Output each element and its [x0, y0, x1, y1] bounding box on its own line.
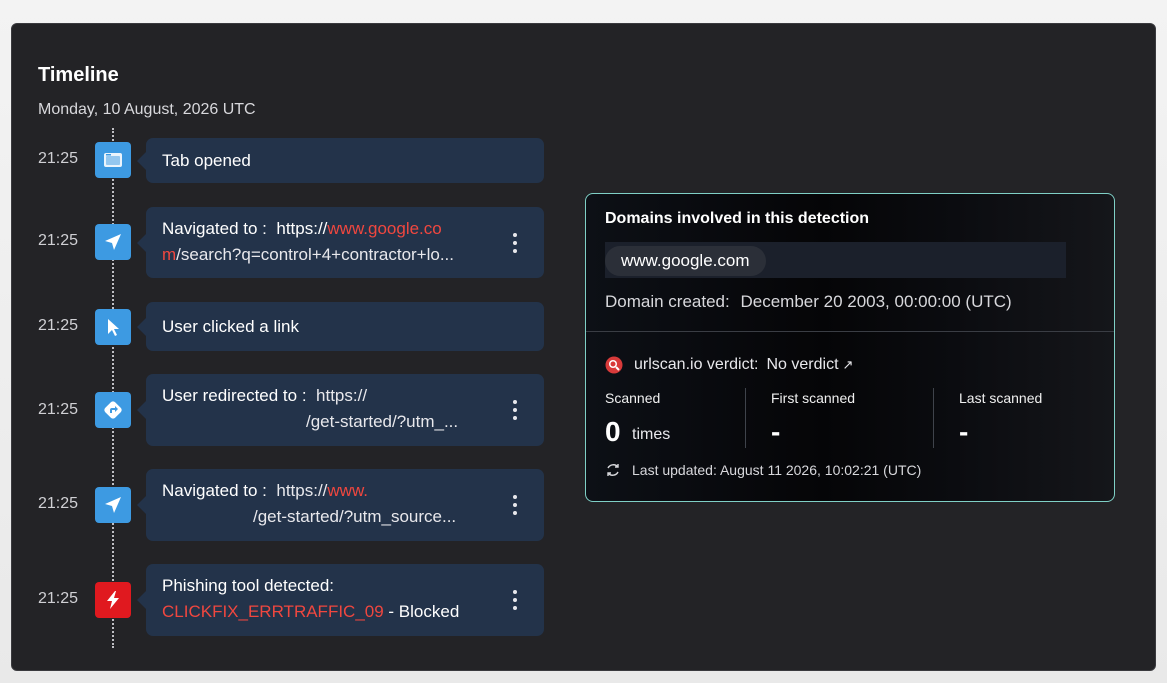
event-url-path: /get-started/?utm_... [306, 412, 459, 431]
event-prefix: Navigated to : [162, 481, 267, 500]
event-url-path: /get-started/?utm_source... [253, 507, 457, 526]
event-card: User clicked a link [137, 302, 544, 351]
event-url-domain-cont[interactable]: m [162, 245, 176, 264]
event-text: Tab opened [162, 151, 251, 170]
event-url-start: https:// [276, 219, 328, 238]
urlscan-logo-icon [605, 356, 623, 374]
event-url-start: https:// [276, 481, 328, 500]
last-scanned-label: Last scanned [959, 390, 1043, 406]
timeline-title: Timeline [38, 64, 119, 86]
domain-created-label: Domain created: [605, 292, 730, 311]
stat-separator [933, 388, 934, 448]
refresh-icon [607, 464, 619, 476]
timeline-panel: Timeline Monday, 10 August, 2026 UTC 21:… [11, 23, 1156, 671]
more-options-icon[interactable] [512, 590, 518, 610]
first-scanned-value: - [771, 416, 781, 447]
navigate-arrow-icon [95, 224, 131, 260]
more-options-icon[interactable] [512, 495, 518, 515]
event-card: Navigated to : https://www. /get-started… [137, 469, 544, 541]
lightning-icon [95, 582, 131, 618]
verdict-value: No verdict [766, 356, 839, 373]
event-time: 21:25 [38, 232, 79, 249]
event-time: 21:25 [38, 495, 79, 512]
event-url-domain[interactable]: www.google.co [327, 219, 441, 238]
external-link-icon[interactable]: ↗ [843, 357, 854, 373]
event-time: 21:25 [38, 317, 79, 334]
domains-card: Domains involved in this detection www.g… [585, 193, 1115, 502]
more-options-icon[interactable] [512, 400, 518, 420]
event-card: Navigated to : https://www.google.co m/s… [137, 207, 544, 278]
domain-created: Domain created: December 20 2003, 00:00:… [605, 292, 1012, 312]
last-updated-text: Last updated: August 11 2026, 10:02:21 (… [632, 462, 922, 478]
navigate-arrow-icon [95, 487, 131, 523]
cursor-click-icon [95, 309, 131, 345]
timeline-date: Monday, 10 August, 2026 UTC [38, 101, 256, 118]
scanned-unit: times [632, 426, 671, 443]
divider [586, 331, 1114, 332]
event-time: 21:25 [38, 590, 79, 607]
scanned-label: Scanned [605, 390, 661, 406]
event-time: 21:25 [38, 401, 79, 418]
domain-created-value: December 20 2003, 00:00:00 (UTC) [740, 292, 1012, 311]
event-prefix: Navigated to : [162, 219, 267, 238]
event-card: Phishing tool detected: CLICKFIX_ERRTRAF… [137, 564, 544, 636]
scanned-value: 0 [605, 416, 621, 447]
event-card: Tab opened [137, 138, 544, 183]
event-url-path: /search?q=control+4+contractor+lo... [176, 245, 455, 264]
event-prefix: Phishing tool detected: [162, 576, 335, 595]
event-card: User redirected to : https:// /get-start… [137, 374, 544, 446]
verdict-label: urlscan.io verdict: [634, 356, 759, 373]
first-scanned-label: First scanned [771, 390, 856, 406]
timeline-line [112, 128, 114, 648]
event-url-domain[interactable]: www. [327, 481, 368, 500]
urlscan-verdict[interactable]: urlscan.io verdict: No verdict ↗ [605, 356, 853, 374]
event-time: 21:25 [38, 150, 79, 167]
event-text: User clicked a link [162, 317, 299, 336]
more-options-icon[interactable] [512, 232, 518, 253]
event-url-start: https:// [316, 386, 368, 405]
phishing-tool-name: CLICKFIX_ERRTRAFFIC_09 [162, 602, 384, 621]
event-status: - Blocked [383, 602, 460, 621]
browser-tab-icon [95, 142, 131, 178]
domains-heading: Domains involved in this detection [605, 210, 870, 227]
last-scanned-value: - [959, 416, 969, 447]
last-updated: Last updated: August 11 2026, 10:02:21 (… [605, 462, 921, 478]
event-prefix: User redirected to : [162, 386, 307, 405]
redirect-icon [95, 392, 131, 428]
domain-chip[interactable]: www.google.com [605, 246, 766, 276]
stat-separator [745, 388, 746, 448]
